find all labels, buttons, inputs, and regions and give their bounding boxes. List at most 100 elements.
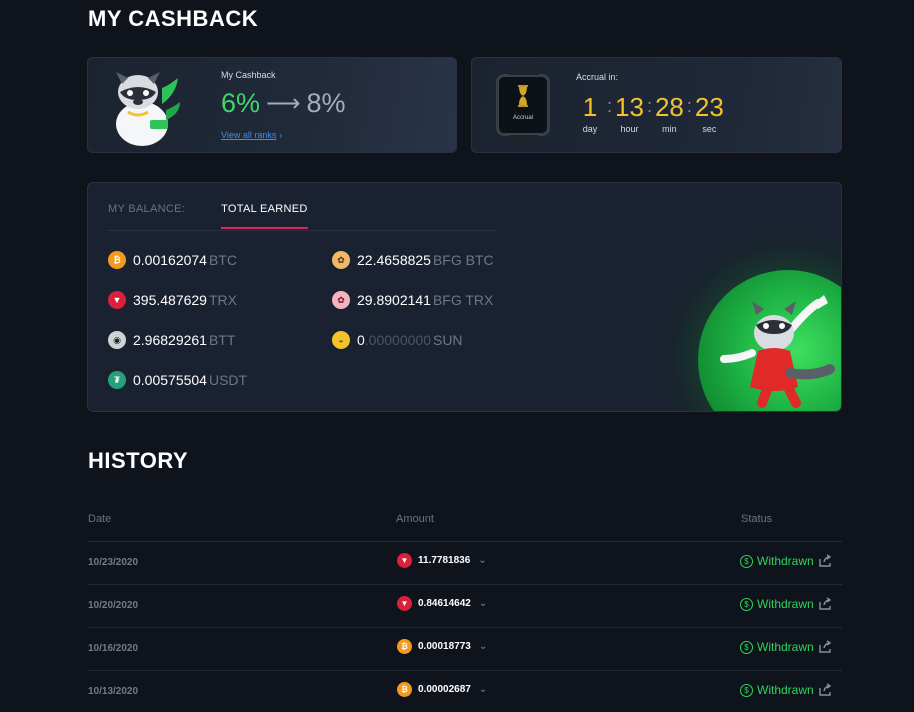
column-header-status: Status [741,513,773,525]
row-amount[interactable]: ▼ 0.84614642 ⌄ [397,596,487,611]
dollar-circle-icon: $ [740,683,753,697]
chevron-down-icon[interactable]: ⌄ [479,641,487,652]
countdown-min: 28 min [655,92,684,134]
bfg-btc-icon: ✿ [332,251,350,269]
bfg-trx-icon: ✿ [332,291,350,309]
row-date: 10/20/2020 [88,600,139,611]
table-row: 10/13/2020 ₿ 0.00002687 ⌄ $ Withdrawn [88,670,842,712]
countdown-value: 1 [582,92,598,122]
row-status-label: Withdrawn [757,597,814,611]
share-icon[interactable] [818,683,832,697]
btc-icon: ₿ [108,251,126,269]
row-amount[interactable]: ▼ 11.7781836 ⌄ [397,553,487,568]
coin-amount: 0 [357,332,365,348]
row-amount[interactable]: ₿ 0.00018773 ⌄ [397,639,487,654]
dollar-circle-icon: $ [740,554,753,568]
row-amount-value: 11.7781836 [418,555,471,566]
row-amount-value: 0.00018773 [418,641,471,652]
view-all-ranks-link[interactable]: View all ranks › [221,130,282,140]
row-amount-value: 0.84614642 [418,598,471,609]
coin-amount: 395.487629 [133,292,207,308]
row-date: 10/13/2020 [88,686,139,697]
balance-card: MY BALANCE: TOTAL EARNED ₿ 0.00162074 BT… [87,182,842,412]
coin-row-trx: ▼ 395.487629 TRX [108,291,237,309]
countdown-value: 13 [615,92,644,122]
dollar-circle-icon: $ [740,597,753,611]
view-all-ranks-label: View all ranks [221,130,277,140]
row-amount[interactable]: ₿ 0.00002687 ⌄ [397,682,487,697]
coin-symbol: BTC [208,252,237,268]
countdown-timer: 1 day : 13 hour : 28 min : 23 sec [576,92,724,134]
raccoon-mascot-icon [720,295,835,408]
coin-amount: 0.00162074 [133,252,207,268]
coin-row-sun: ◒ 0.00000000 SUN [332,331,463,349]
row-amount-value: 0.00002687 [418,684,471,695]
trx-icon: ▼ [397,553,412,568]
coin-amount: 29.8902141 [357,292,431,308]
cashback-label: My Cashback [221,70,276,80]
coin-symbol: USDT [208,372,248,388]
countdown-unit: sec [702,124,717,134]
row-date: 10/23/2020 [88,557,139,568]
countdown-value: 28 [654,92,684,122]
coin-amount-decimals: .00000000 [364,332,431,348]
chevron-down-icon[interactable]: ⌄ [479,598,487,609]
row-status-label: Withdrawn [757,554,814,568]
countdown-separator: : [646,96,652,116]
coin-row-btc: ₿ 0.00162074 BTC [108,251,237,269]
coin-amount: 0.00575504 [133,372,207,388]
tabs-divider [108,230,496,231]
countdown-day: 1 day [576,92,604,134]
chevron-down-icon[interactable]: ⌄ [478,555,486,566]
countdown-separator: : [686,96,692,116]
row-status: $ Withdrawn [740,554,832,568]
tab-total-earned[interactable]: TOTAL EARNED [221,203,308,229]
usdt-icon: ₮ [108,371,126,389]
table-row: 10/20/2020 ▼ 0.84614642 ⌄ $ Withdrawn [88,584,842,627]
column-header-amount: Amount [396,513,434,525]
coin-row-bfg-btc: ✿ 22.4658825 BFG BTC [332,251,494,269]
current-rate: 6% [221,88,261,118]
share-icon[interactable] [818,554,832,568]
trx-icon: ▼ [108,291,126,309]
sun-icon: ◒ [332,331,350,349]
next-rate: 8% [306,88,346,118]
hourglass-icon [518,85,528,107]
coin-row-btt: ◉ 2.96829261 BTT [108,331,235,349]
balance-tabs: MY BALANCE: TOTAL EARNED [108,203,308,229]
accrual-card: Accrual Accrual in: 1 day : 13 hour : 28… [471,57,842,153]
raccoon-mascot-icon [116,72,180,146]
coin-amount: 2.96829261 [133,332,207,348]
countdown-unit: hour [620,124,639,134]
countdown-unit: day [582,124,598,134]
row-status-label: Withdrawn [757,683,814,697]
coin-symbol: TRX [208,292,237,308]
coin-row-usdt: ₮ 0.00575504 USDT [108,371,247,389]
btt-icon: ◉ [108,331,126,349]
tab-my-balance[interactable]: MY BALANCE: [108,203,185,229]
coin-symbol: SUN [432,332,463,348]
coin-symbol: BFG BTC [432,252,494,268]
watch-icon: Accrual [496,65,550,145]
cashback-card: My Cashback 6% ⟶ 8% View all ranks › [87,57,457,153]
share-icon[interactable] [818,640,832,654]
coin-symbol: BTT [208,332,236,348]
coin-amount: 22.4658825 [357,252,431,268]
coin-row-bfg-trx: ✿ 29.8902141 BFG TRX [332,291,493,309]
dollar-circle-icon: $ [740,640,753,654]
row-status: $ Withdrawn [740,597,832,611]
arrow-right-icon: ⟶ [266,90,301,117]
share-icon[interactable] [818,597,832,611]
countdown-unit: min [662,124,677,134]
table-row: 10/16/2020 ₿ 0.00018773 ⌄ $ Withdrawn [88,627,842,670]
watch-label: Accrual [512,115,533,121]
chevron-right-icon: › [279,130,283,140]
row-status-label: Withdrawn [757,640,814,654]
column-header-date: Date [88,513,112,525]
countdown-value: 23 [694,92,724,122]
countdown-separator: : [607,96,613,116]
history-title: HISTORY [88,448,189,473]
btc-icon: ₿ [397,682,412,697]
table-row: 10/23/2020 ▼ 11.7781836 ⌄ $ Withdrawn [88,541,842,584]
chevron-down-icon[interactable]: ⌄ [479,684,487,695]
